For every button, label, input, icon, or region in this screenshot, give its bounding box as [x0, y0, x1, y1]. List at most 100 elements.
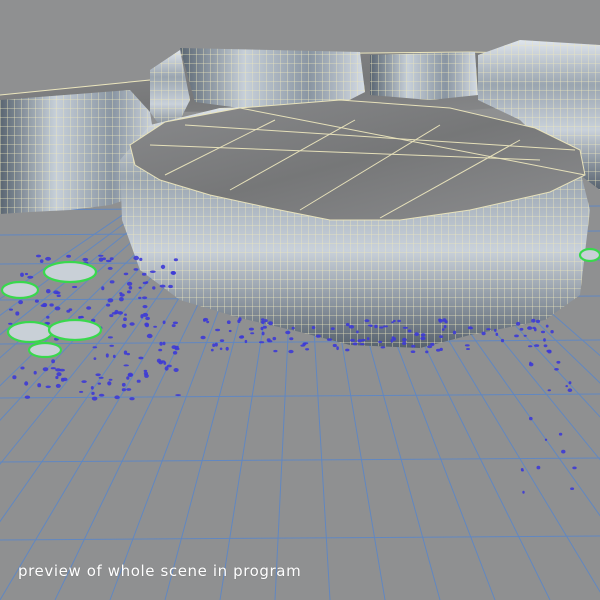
- debris-particle: [159, 341, 163, 346]
- debris-particle: [531, 318, 536, 323]
- debris-particle: [101, 286, 105, 291]
- debris-particle: [145, 281, 149, 284]
- debris-particle: [238, 335, 245, 339]
- debris-particle: [162, 320, 166, 325]
- debris-particle: [20, 366, 25, 370]
- debris-particle: [79, 390, 84, 393]
- debris-particle: [123, 272, 129, 276]
- debris-particle: [152, 286, 156, 290]
- debris-particle: [114, 309, 119, 315]
- debris-particle: [558, 432, 563, 436]
- debris-particle: [139, 257, 143, 261]
- debris-rock-green: [42, 260, 98, 284]
- debris-particle: [124, 313, 127, 316]
- debris-particle: [374, 324, 378, 329]
- debris-particle: [53, 290, 59, 295]
- debris-particle: [59, 368, 65, 372]
- debris-particle: [570, 487, 575, 491]
- debris-particle: [123, 317, 127, 322]
- debris-particle: [171, 324, 176, 328]
- debris-particle: [109, 280, 115, 284]
- debris-particle: [136, 379, 141, 383]
- debris-particle: [129, 322, 135, 326]
- debris-particle: [390, 338, 394, 343]
- debris-particle: [534, 327, 537, 332]
- debris-particle: [86, 306, 92, 310]
- debris-particle: [50, 367, 56, 370]
- debris-particle: [264, 319, 268, 323]
- debris-particle: [62, 377, 68, 382]
- debris-particle: [24, 381, 29, 386]
- debris-particle: [568, 381, 572, 385]
- debris-particle: [126, 388, 132, 391]
- debris-particle: [214, 342, 218, 347]
- debris-particle: [55, 375, 59, 380]
- debris-particle: [556, 360, 561, 364]
- debris-particle: [66, 254, 71, 258]
- debris-particle: [261, 320, 265, 324]
- debris-particle: [138, 286, 142, 289]
- debris-particle: [379, 326, 384, 329]
- debris-particle: [402, 337, 407, 342]
- debris-particle: [49, 303, 54, 307]
- debris-particle: [215, 328, 221, 332]
- debris-particle: [383, 325, 388, 328]
- debris-particle: [56, 372, 62, 377]
- debris-particle: [469, 327, 474, 330]
- debris-particle: [200, 335, 206, 340]
- debris-particle: [146, 333, 153, 339]
- debris-particle: [121, 323, 127, 328]
- debris-particle: [546, 349, 552, 353]
- debris-particle: [543, 344, 548, 348]
- debris-rock-green: [578, 247, 600, 263]
- debris-particle: [142, 296, 148, 300]
- debris-particle: [266, 338, 271, 342]
- debris-particle: [291, 326, 295, 330]
- debris-particle: [345, 348, 350, 352]
- debris-particle: [129, 397, 135, 401]
- debris-particle: [550, 330, 554, 334]
- debris-particle: [402, 341, 407, 345]
- debris-particle: [411, 344, 416, 348]
- debris-particle: [500, 338, 505, 343]
- debris-particle: [289, 337, 294, 341]
- debris-particle: [414, 332, 420, 337]
- debris-particle: [45, 385, 51, 389]
- debris-particle: [315, 334, 321, 338]
- debris-particle: [519, 327, 524, 331]
- debris-particle: [9, 308, 13, 311]
- debris-particle: [138, 356, 144, 360]
- debris-particle: [427, 345, 433, 349]
- debris-particle: [166, 364, 172, 368]
- debris-particle: [24, 395, 31, 399]
- debris-particle: [175, 394, 182, 397]
- scene-canvas[interactable]: [0, 0, 600, 600]
- debris-particle: [543, 338, 546, 342]
- debris-particle: [170, 271, 176, 275]
- debris-particle: [356, 330, 359, 334]
- debris-particle: [114, 395, 120, 400]
- debris-particle: [46, 289, 51, 294]
- debris-particle: [330, 327, 335, 330]
- debris-particle: [91, 391, 95, 395]
- debris-particle: [565, 385, 568, 388]
- debris-particle: [27, 275, 34, 279]
- debris-particle: [244, 339, 248, 344]
- debris-particle: [160, 264, 166, 269]
- debris-particle: [81, 380, 87, 383]
- debris-particle: [112, 354, 116, 359]
- 3d-viewport[interactable]: preview of whole scene in program: [0, 0, 600, 600]
- debris-particle: [219, 347, 223, 351]
- debris-rock-green: [6, 320, 54, 344]
- debris-particle: [105, 259, 112, 263]
- debris-particle: [486, 328, 491, 331]
- debris-particle: [173, 258, 178, 262]
- debris-particle: [97, 382, 102, 385]
- debris-particle: [102, 257, 106, 261]
- debris-particle: [107, 266, 113, 270]
- debris-particle: [572, 466, 577, 470]
- debris-particle: [106, 303, 111, 307]
- debris-particle: [420, 336, 426, 341]
- debris-particle: [410, 350, 416, 354]
- debris-particle: [121, 382, 126, 387]
